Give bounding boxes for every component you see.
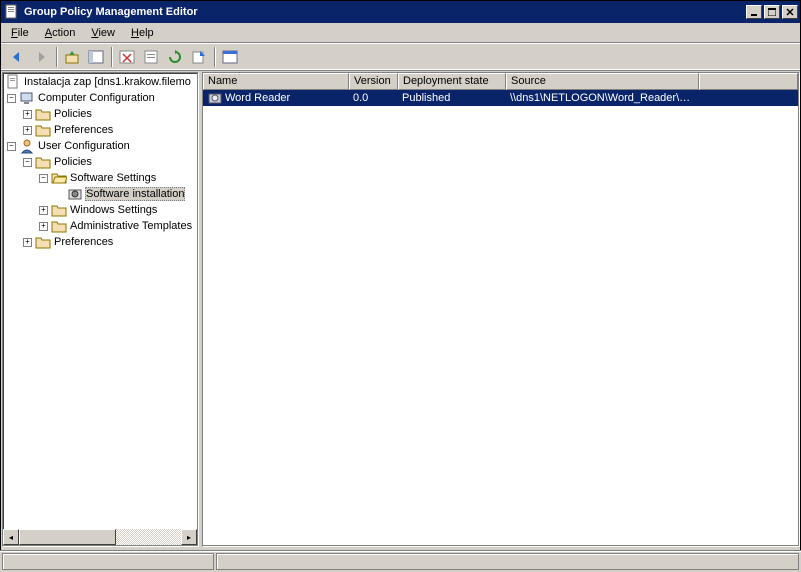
toolbar-separator <box>214 47 215 67</box>
delete-button[interactable] <box>116 46 138 68</box>
menu-help-label: elp <box>139 27 154 39</box>
column-deployment[interactable]: Deployment state <box>398 73 506 90</box>
cell-name-text: Word Reader <box>225 92 290 104</box>
cell-version: 0.0 <box>349 92 398 104</box>
folder-icon <box>35 234 51 250</box>
tree-node-comp-policies[interactable]: + Policies <box>3 106 197 122</box>
menu-help[interactable]: Help <box>123 25 162 41</box>
tree-node-user-config[interactable]: − User Configuration <box>3 138 197 154</box>
minimize-button[interactable] <box>746 5 762 19</box>
tree-node-computer-config[interactable]: − Computer Configuration <box>3 90 197 106</box>
toolbar-separator <box>56 47 57 67</box>
folder-icon <box>51 202 67 218</box>
expand-icon[interactable]: + <box>23 110 32 119</box>
computer-icon <box>19 90 35 106</box>
window-title: Group Policy Management Editor <box>24 6 744 18</box>
toolbar-separator <box>111 47 112 67</box>
status-cell-left <box>2 553 214 570</box>
column-filler <box>699 73 798 90</box>
tree-label: Windows Settings <box>69 204 158 216</box>
column-name[interactable]: Name <box>203 73 349 90</box>
tree-node-windows-settings[interactable]: + Windows Settings <box>3 202 197 218</box>
status-cell-right <box>216 553 799 570</box>
tree-node-user-policies[interactable]: − Policies <box>3 154 197 170</box>
back-button[interactable] <box>6 46 28 68</box>
tree-label: Policies <box>53 108 93 120</box>
scroll-left-button[interactable]: ◂ <box>3 529 19 545</box>
show-hide-tree-button[interactable] <box>85 46 107 68</box>
folder-icon <box>35 106 51 122</box>
cell-deployment: Published <box>398 92 506 104</box>
menu-view-label: iew <box>98 27 115 39</box>
tree-label: Administrative Templates <box>69 220 193 232</box>
maximize-button[interactable] <box>764 5 780 19</box>
user-icon <box>19 138 35 154</box>
status-bar <box>0 550 801 572</box>
expand-icon[interactable]: + <box>39 222 48 231</box>
menu-bar: File Action View Help <box>1 23 800 43</box>
list-header: Name Version Deployment state Source <box>203 73 798 90</box>
app-icon <box>4 4 20 20</box>
menu-action-label: ction <box>52 27 75 39</box>
tree-label: Instalacja zap [dns1.krakow.filemo <box>23 76 192 88</box>
tree-node-root[interactable]: Instalacja zap [dns1.krakow.filemo <box>3 74 197 90</box>
folder-icon <box>35 154 51 170</box>
refresh-button[interactable] <box>164 46 186 68</box>
column-source[interactable]: Source <box>506 73 699 90</box>
folder-icon <box>35 122 51 138</box>
scroll-right-button[interactable]: ▸ <box>181 529 197 545</box>
expand-icon[interactable]: + <box>23 238 32 247</box>
close-button[interactable] <box>782 5 798 19</box>
help-button[interactable] <box>219 46 241 68</box>
document-icon <box>5 74 21 90</box>
title-bar: Group Policy Management Editor <box>1 1 800 23</box>
forward-button[interactable] <box>30 46 52 68</box>
scroll-thumb[interactable] <box>19 529 116 545</box>
tree-view[interactable]: Instalacja zap [dns1.krakow.filemo − Com… <box>3 73 197 251</box>
expand-icon[interactable]: + <box>39 206 48 215</box>
package-icon <box>207 90 223 106</box>
tree-label: Policies <box>53 156 93 168</box>
collapse-icon[interactable]: − <box>23 158 32 167</box>
menu-file[interactable]: File <box>3 25 37 41</box>
list-body[interactable]: Word Reader 0.0 Published \\dns1\NETLOGO… <box>203 90 798 545</box>
main-area: Instalacja zap [dns1.krakow.filemo − Com… <box>0 70 801 548</box>
tree-label: Software Settings <box>69 172 157 184</box>
tree-label: Preferences <box>53 236 114 248</box>
no-expander <box>55 190 64 199</box>
menu-action[interactable]: Action <box>37 25 84 41</box>
expand-icon[interactable]: + <box>23 126 32 135</box>
folder-open-icon <box>51 170 67 186</box>
tree-label-selected: Software installation <box>85 187 185 201</box>
tree-node-software-settings[interactable]: − Software Settings <box>3 170 197 186</box>
cell-source: \\dns1\NETLOGON\Word_Reader\kk... <box>506 92 699 104</box>
scroll-track[interactable] <box>19 529 181 545</box>
cell-name: Word Reader <box>203 90 349 106</box>
menu-view[interactable]: View <box>83 25 123 41</box>
toolbar <box>1 43 800 71</box>
menu-file-label: ile <box>18 27 29 39</box>
tree-node-user-preferences[interactable]: + Preferences <box>3 234 197 250</box>
tree-node-admin-templates[interactable]: + Administrative Templates <box>3 218 197 234</box>
tree-node-comp-preferences[interactable]: + Preferences <box>3 122 197 138</box>
tree-label: Preferences <box>53 124 114 136</box>
collapse-icon[interactable]: − <box>7 142 16 151</box>
collapse-icon[interactable]: − <box>7 94 16 103</box>
folder-icon <box>51 218 67 234</box>
list-pane: Name Version Deployment state Source Wor… <box>202 72 799 546</box>
collapse-icon[interactable]: − <box>39 174 48 183</box>
tree-pane: Instalacja zap [dns1.krakow.filemo − Com… <box>2 72 198 546</box>
tree-label: Computer Configuration <box>37 92 156 104</box>
list-row[interactable]: Word Reader 0.0 Published \\dns1\NETLOGO… <box>203 90 798 106</box>
tree-horizontal-scrollbar[interactable]: ◂ ▸ <box>3 529 197 545</box>
tree-node-software-installation[interactable]: Software installation <box>3 186 197 202</box>
properties-button[interactable] <box>140 46 162 68</box>
export-list-button[interactable] <box>188 46 210 68</box>
installer-icon <box>67 186 83 202</box>
tree-label: User Configuration <box>37 140 131 152</box>
up-button[interactable] <box>61 46 83 68</box>
column-version[interactable]: Version <box>349 73 398 90</box>
